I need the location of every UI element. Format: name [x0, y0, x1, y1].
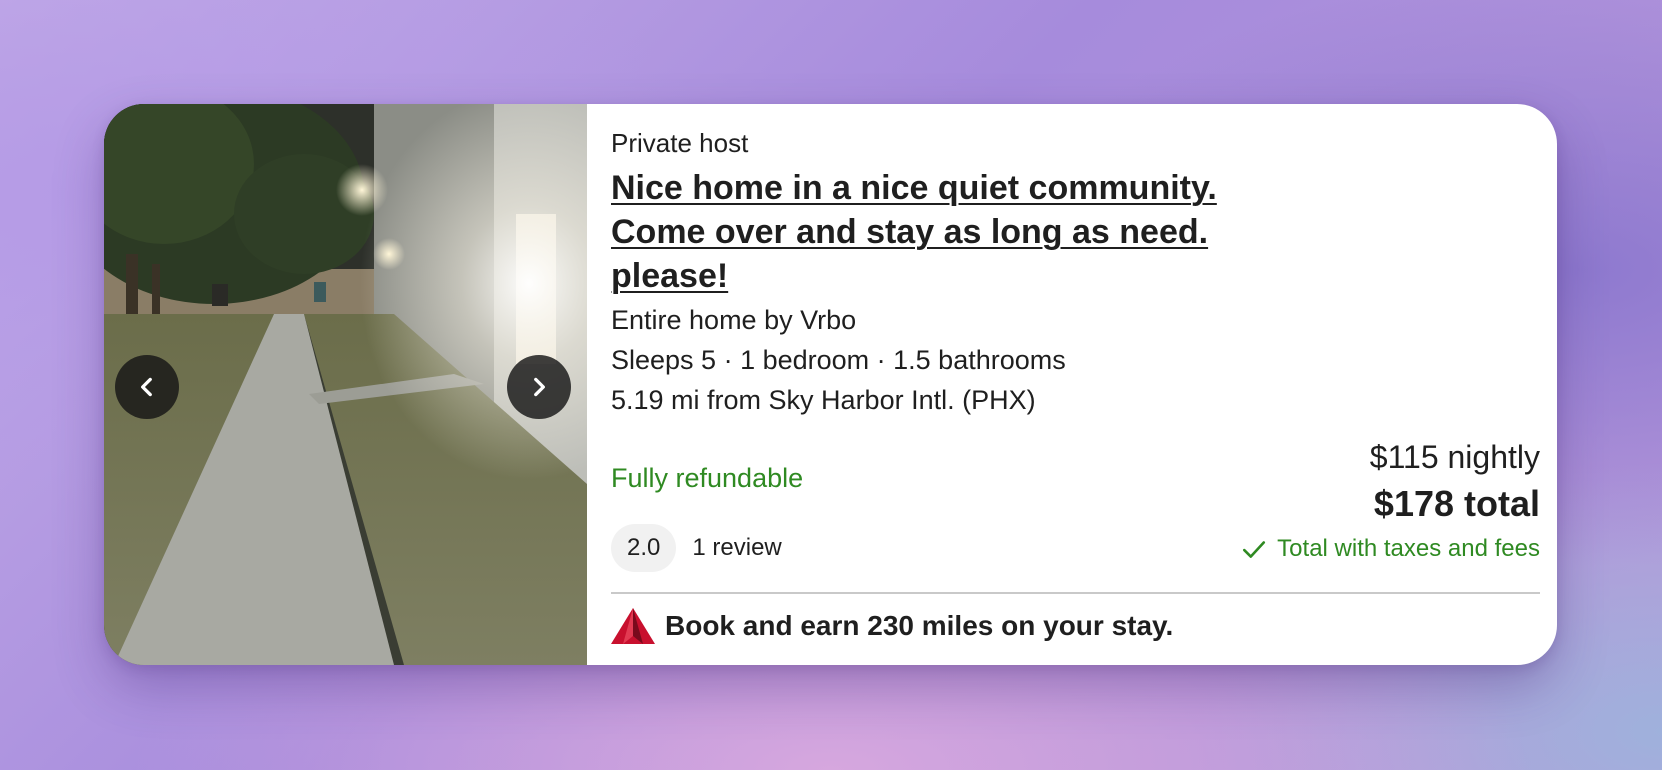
property-details: Sleeps 5 · 1 bedroom · 1.5 bathrooms	[611, 345, 1066, 375]
listing-title-link[interactable]: Nice home in a nice quiet community. Com…	[611, 166, 1271, 298]
listing-details: Private host Nice home in a nice quiet c…	[587, 104, 1557, 665]
chevron-right-icon	[534, 377, 545, 397]
carousel-prev-button[interactable]	[115, 355, 179, 419]
delta-logo-icon	[611, 608, 655, 644]
miles-promo: Book and earn 230 miles on your stay.	[611, 608, 1173, 644]
checkmark-icon	[1243, 541, 1266, 558]
host-type-label: Private host	[611, 128, 749, 158]
rating-badge: 2.0	[611, 524, 677, 572]
nightly-price: $115 nightly	[1369, 439, 1540, 475]
rating-row: 2.0 1 review	[611, 524, 782, 572]
property-type: Entire home by Vrbo	[611, 305, 857, 335]
listing-card[interactable]: Private host Nice home in a nice quiet c…	[104, 104, 1557, 665]
divider	[611, 592, 1540, 594]
taxes-note: Total with taxes and fees	[1241, 534, 1540, 564]
refund-policy: Fully refundable	[611, 463, 804, 493]
taxes-note-label: Total with taxes and fees	[1277, 535, 1540, 562]
listing-photo[interactable]	[104, 104, 587, 665]
price-block: $115 nightly $178 total Total with taxes…	[1241, 436, 1540, 564]
airport-distance: 5.19 mi from Sky Harbor Intl. (PHX)	[611, 385, 1036, 415]
miles-promo-text: Book and earn 230 miles on your stay.	[665, 610, 1174, 641]
review-count: 1 review	[692, 534, 782, 561]
carousel-next-button[interactable]	[507, 355, 571, 419]
total-price: $178 total	[1373, 483, 1540, 524]
chevron-left-icon	[141, 377, 152, 397]
